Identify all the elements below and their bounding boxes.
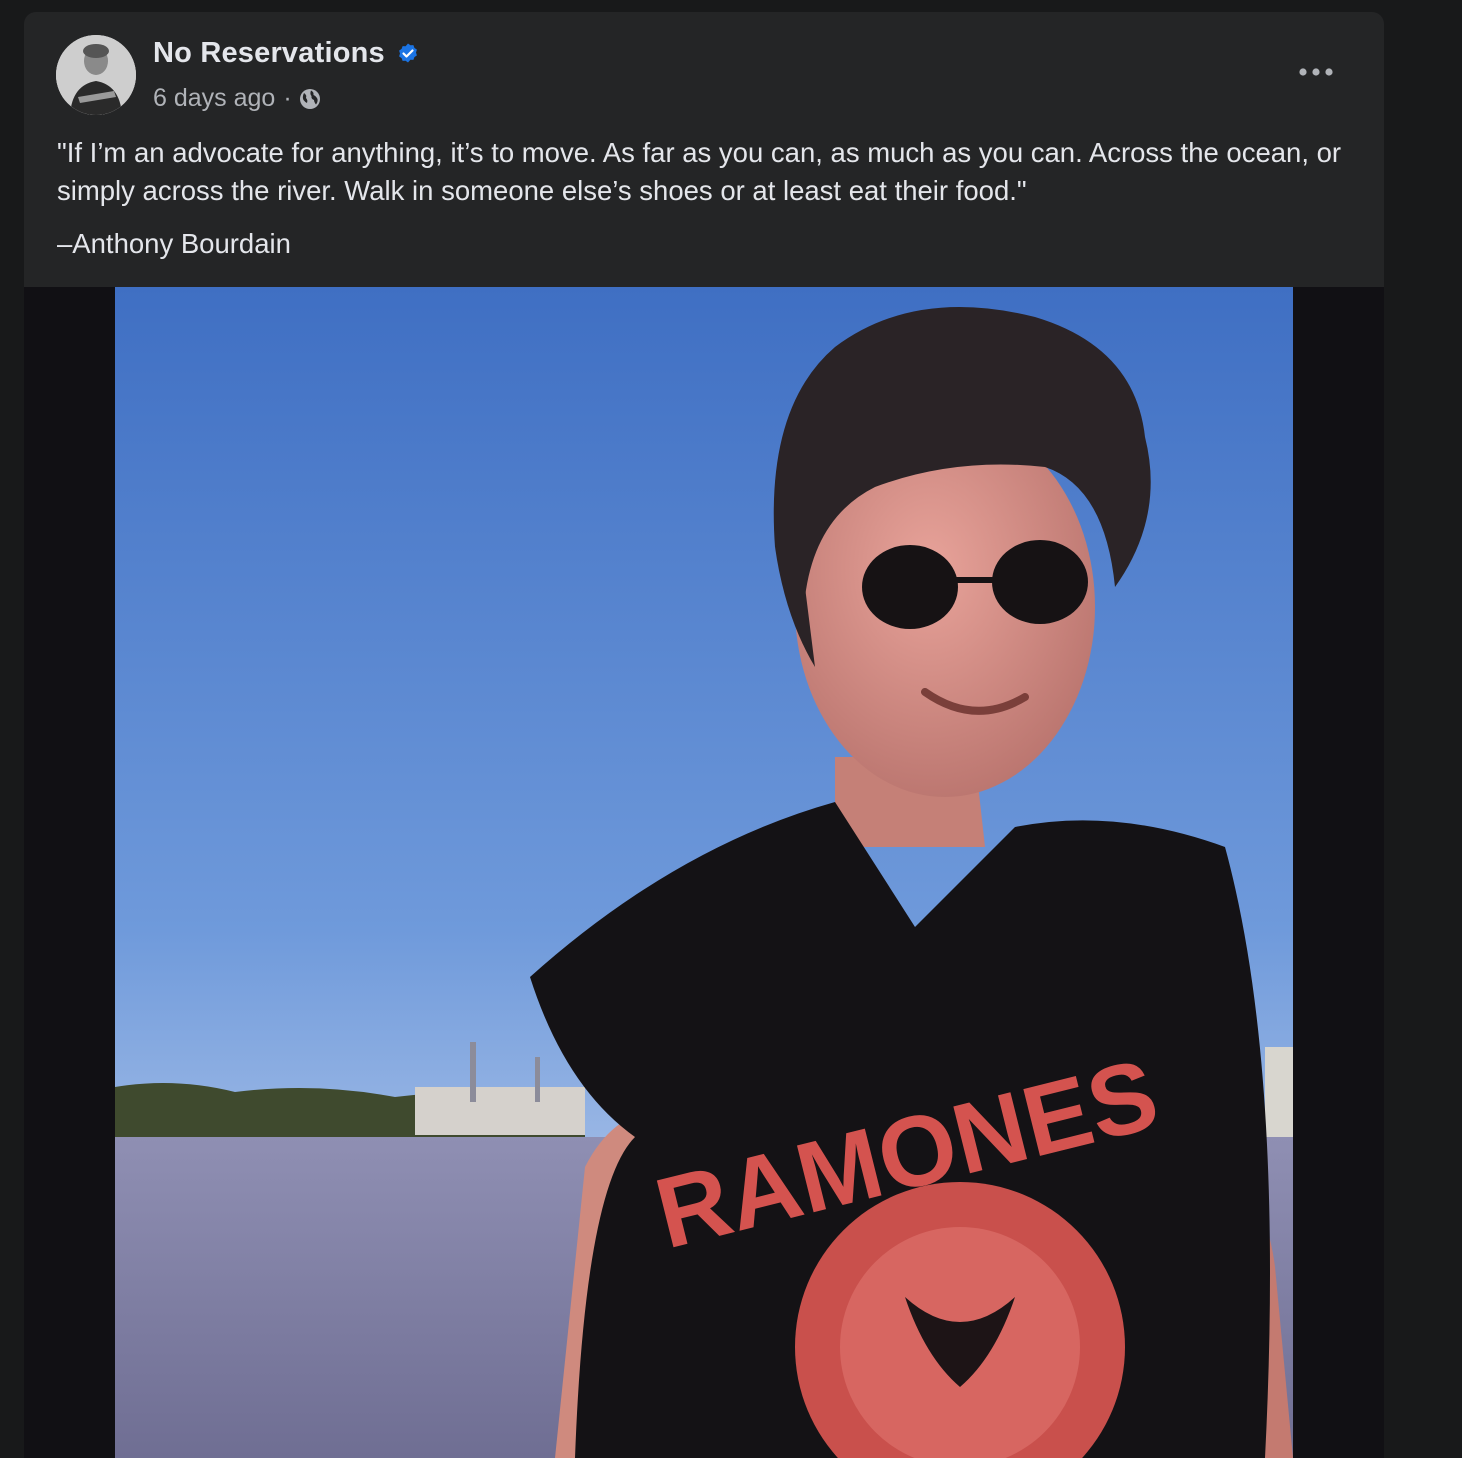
more-options-button[interactable] — [1286, 52, 1346, 92]
meta-separator: · — [283, 84, 292, 112]
post-photo[interactable]: RAMONES — [115, 287, 1293, 1458]
post-attribution: –Anthony Bourdain — [57, 228, 291, 259]
more-options-icon — [1299, 68, 1333, 76]
avatar-image — [56, 35, 136, 115]
author-name[interactable]: No Reservations — [153, 37, 385, 70]
post-text: "If I’m an advocate for anything, it’s t… — [57, 137, 1342, 206]
verified-badge-icon — [399, 43, 417, 63]
post-timestamp[interactable]: 6 days ago — [153, 84, 275, 113]
post-meta: 6 days ago · — [153, 84, 322, 113]
author-avatar[interactable] — [56, 35, 136, 115]
globe-icon[interactable] — [298, 87, 322, 111]
post-media: RAMONES — [24, 287, 1384, 1458]
post-header: No Reservations 6 days ago · — [24, 12, 1384, 122]
post-card: No Reservations 6 days ago · "If I’m an … — [24, 12, 1384, 1458]
photo-image: RAMONES — [115, 287, 1293, 1458]
